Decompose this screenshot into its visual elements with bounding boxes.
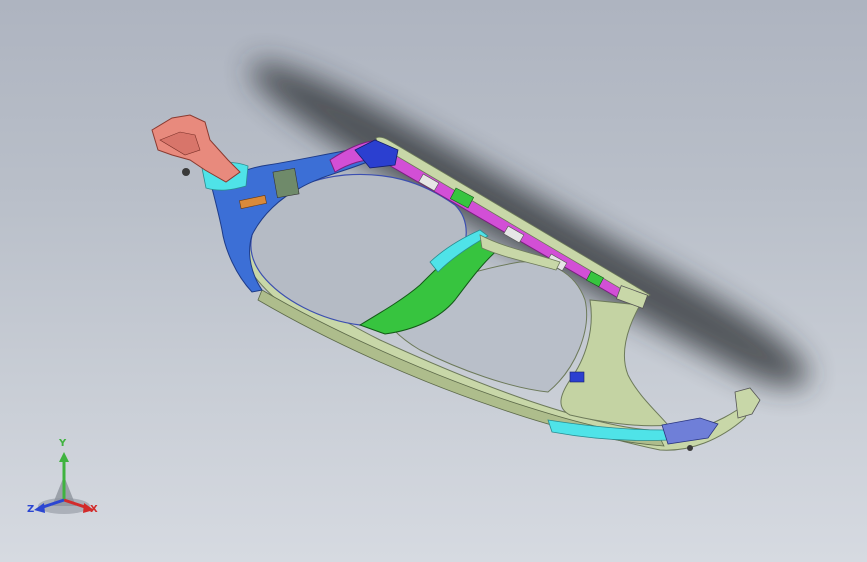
lower-right-pin [687, 445, 693, 451]
triad-y-label: Y [59, 438, 67, 449]
triad-z-label: Z [27, 504, 35, 515]
upper-left-mount[interactable] [151, 114, 241, 183]
orientation-triad[interactable]: Y X Z [22, 438, 106, 522]
model-scene[interactable] [0, 0, 867, 562]
triad-y-arrow [59, 452, 69, 462]
cad-viewport[interactable]: Y X Z [0, 0, 867, 562]
left-bracket-block [272, 167, 300, 199]
triad-x-label: X [90, 504, 98, 515]
upper-left-mount-pin [182, 168, 190, 176]
lower-right-end-tab [734, 387, 761, 419]
lower-right-dark-clip [569, 371, 585, 383]
